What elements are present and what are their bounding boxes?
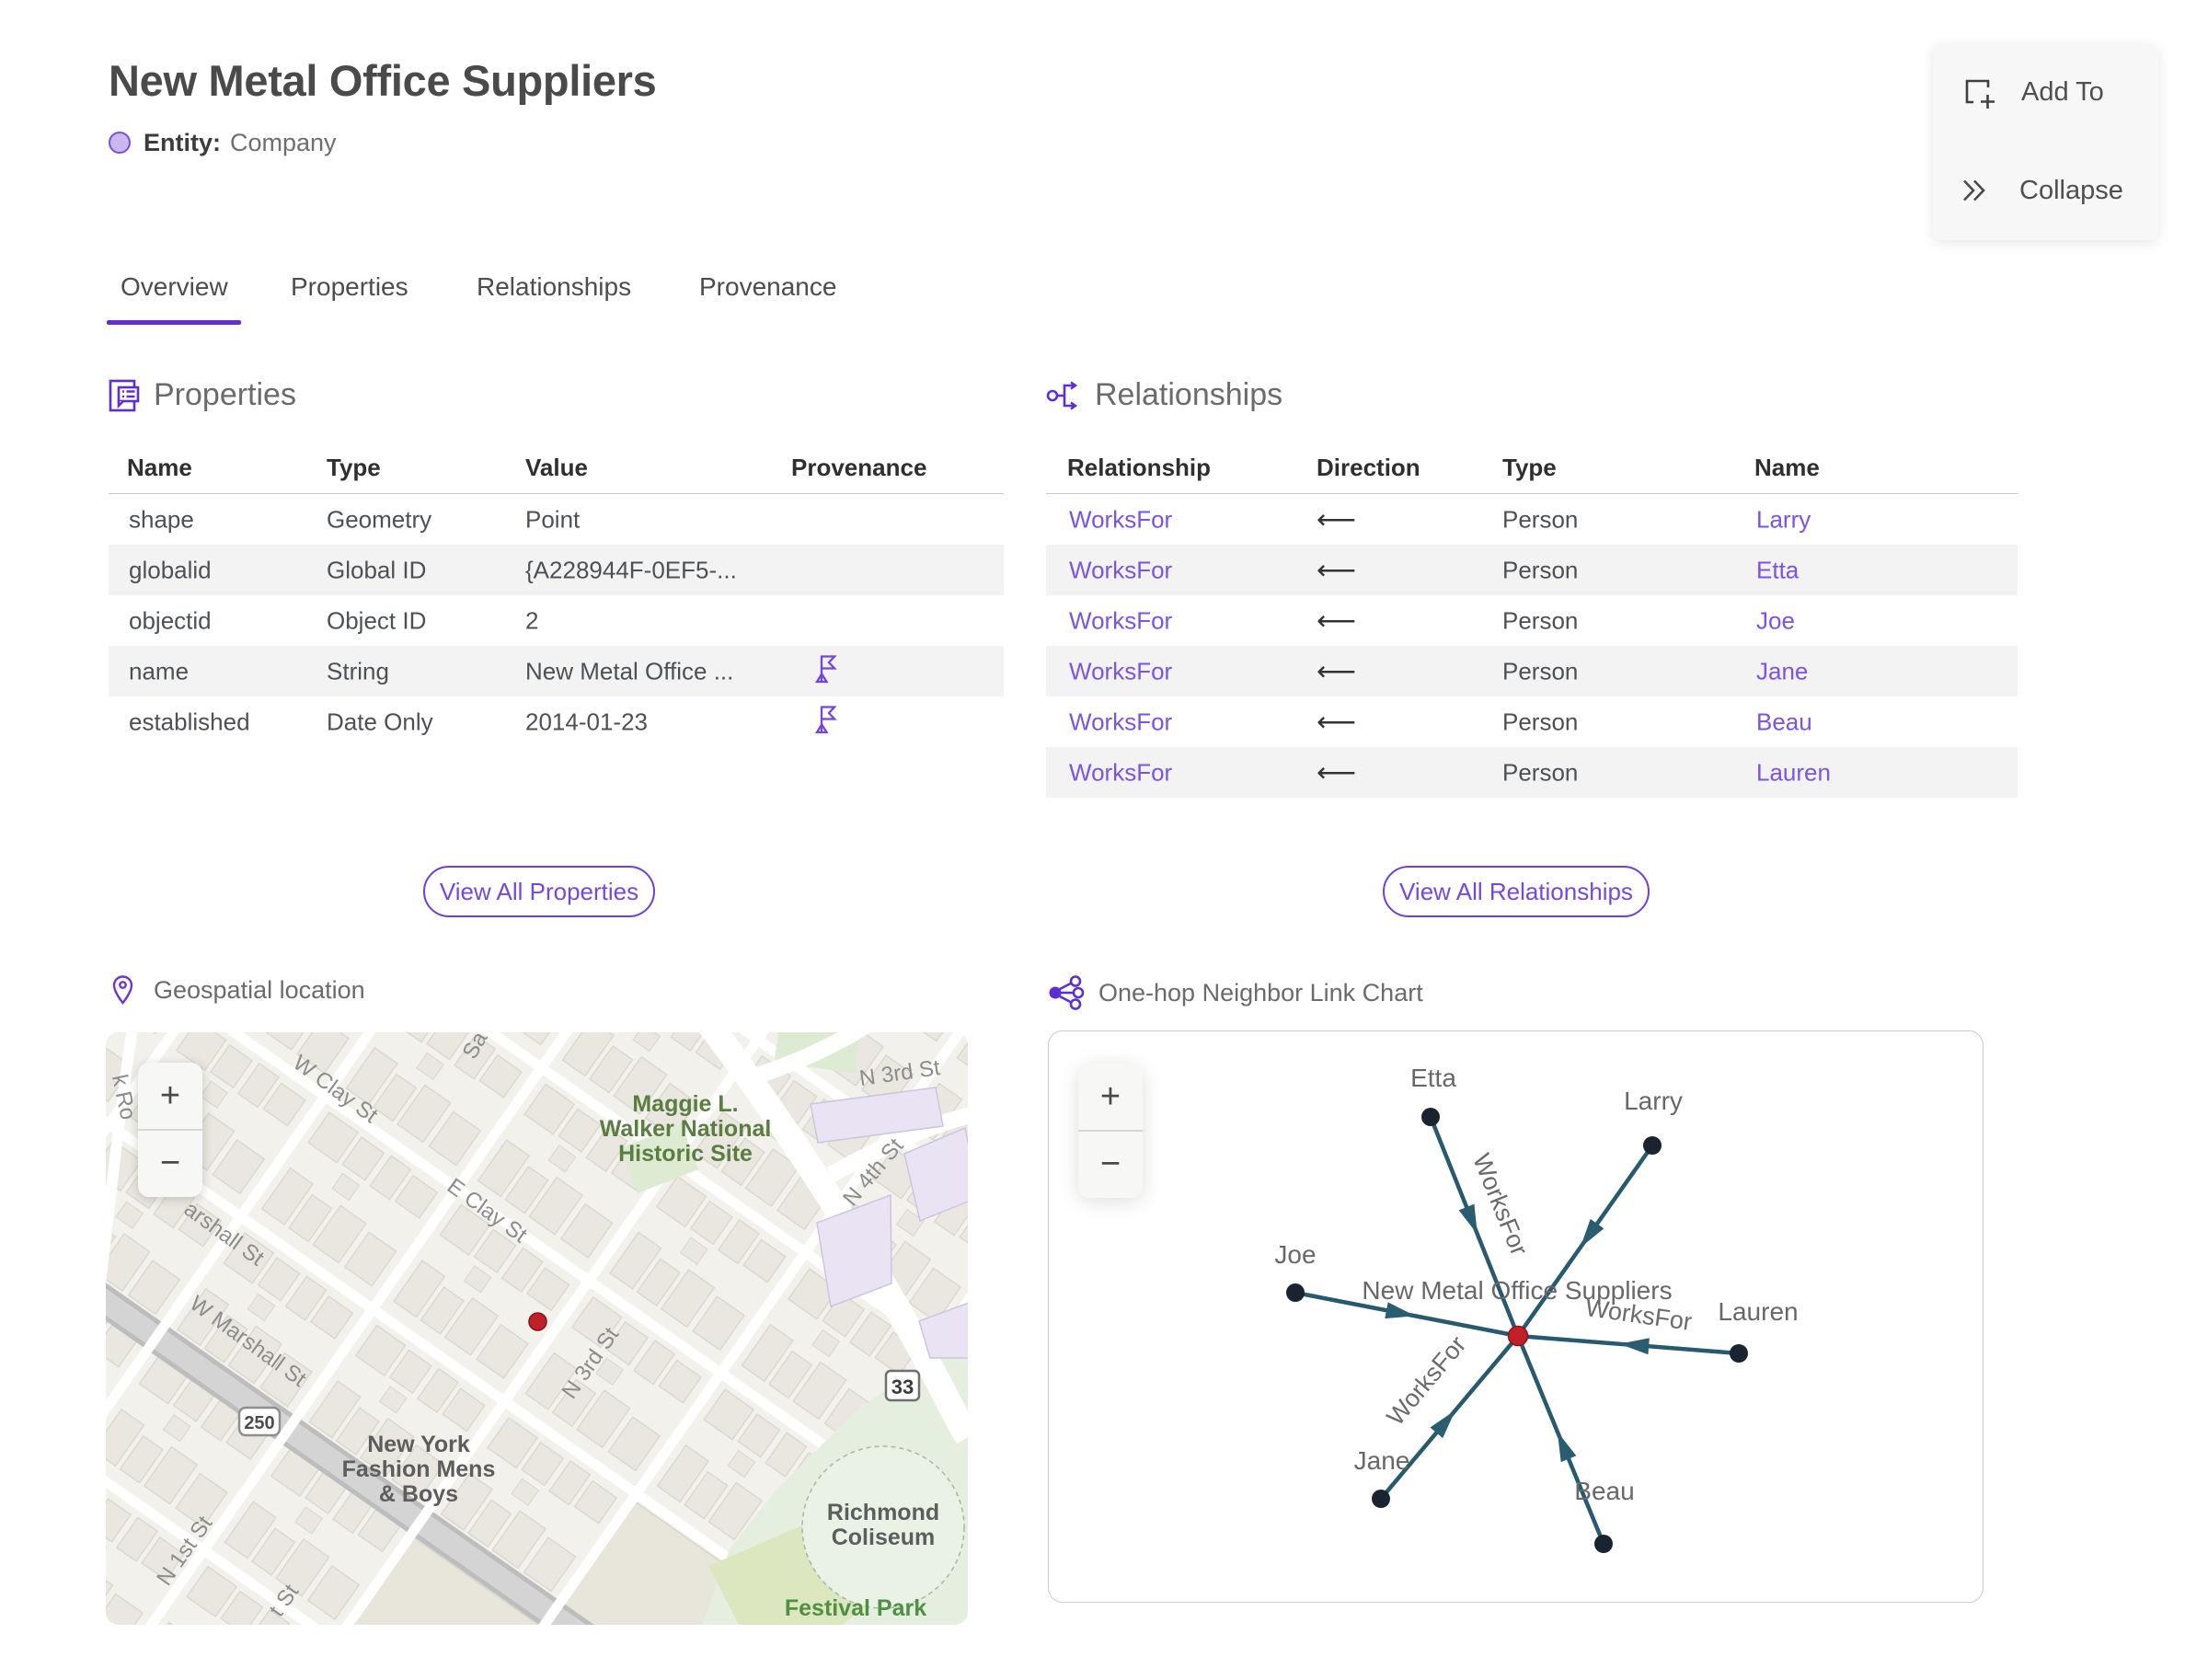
svg-text:Larry: Larry <box>1624 1087 1683 1115</box>
svg-text:33: 33 <box>891 1375 914 1398</box>
svg-text:WorksFor: WorksFor <box>1382 1330 1472 1431</box>
svg-text:250: 250 <box>244 1413 274 1433</box>
svg-text:Joe: Joe <box>1274 1240 1316 1269</box>
svg-text:Jane: Jane <box>1354 1446 1410 1475</box>
svg-text:Beau: Beau <box>1574 1477 1634 1505</box>
svg-text:Lauren: Lauren <box>1718 1297 1798 1326</box>
svg-text:WorksFor: WorksFor <box>1583 1294 1694 1336</box>
svg-text:WorksFor: WorksFor <box>1467 1150 1533 1260</box>
svg-text:Festival Park: Festival Park <box>785 1595 926 1621</box>
svg-text:Etta: Etta <box>1410 1064 1456 1092</box>
svg-text:RichmondColiseum: Richmond Coliseum <box>827 1500 939 1550</box>
